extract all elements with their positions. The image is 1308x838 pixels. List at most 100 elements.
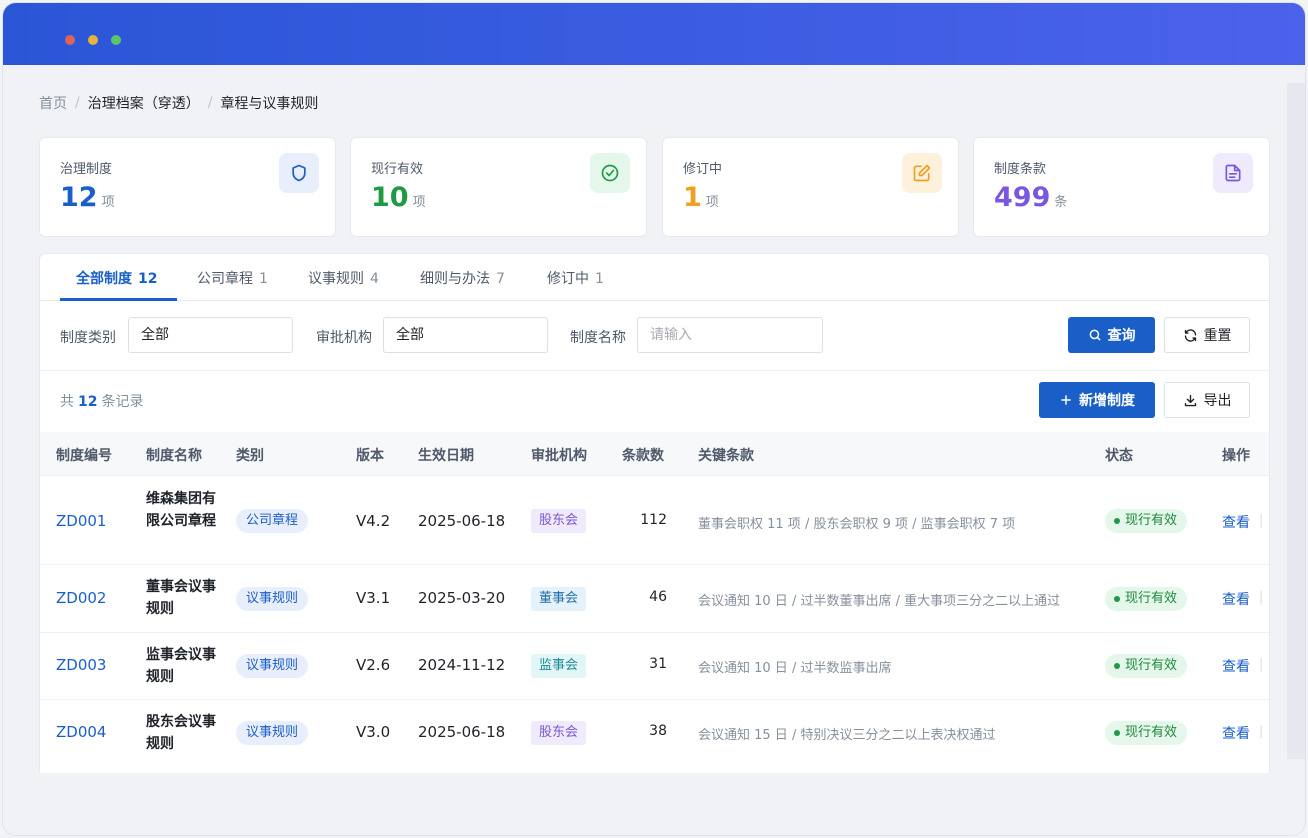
version: V2.6 — [356, 656, 391, 674]
system-code-link[interactable]: ZD004 — [56, 723, 106, 741]
category-tag: 议事规则 — [236, 654, 309, 678]
approval-org-tag: 董事会 — [531, 587, 587, 611]
view-link[interactable]: 查看 — [1222, 656, 1250, 676]
column-header[interactable]: 版本 — [356, 445, 384, 465]
category-tag: 议事规则 — [236, 587, 309, 611]
refresh-icon — [1184, 328, 1196, 342]
edit-icon — [902, 153, 942, 193]
key-clauses: 董事会职权 11 项 / 股东会职权 9 项 / 监事会职权 7 项 — [698, 517, 1016, 532]
stat-label: 制度条款 — [994, 162, 1047, 177]
key-clauses: 会议通知 10 日 / 过半数监事出席 — [698, 661, 892, 676]
action-separator: | — [1259, 513, 1264, 528]
table-row[interactable]: ZD002 董事会议事规则 议事规则 V3.1 2025-03-20 董事会 4… — [40, 565, 1269, 633]
main-content: 首页 / 治理档案（穿透） / 章程与议事规则 治理制度 12 项 现行有效 10… — [3, 65, 1305, 835]
title-bar — [3, 3, 1305, 65]
system-code-link[interactable]: ZD002 — [56, 589, 106, 607]
filter-type-label: 制度类别 — [60, 330, 116, 346]
effective-date: 2025-03-20 — [418, 589, 506, 607]
filter-org-label: 审批机构 — [316, 330, 372, 346]
column-header[interactable]: 类别 — [236, 445, 264, 465]
type-select[interactable]: 全部 — [128, 317, 293, 353]
system-name: 维森集团有限公司章程 — [146, 491, 216, 529]
status-badge: 现行有效 — [1105, 509, 1188, 533]
breadcrumb-separator: / — [75, 95, 80, 111]
minimize-window-dot[interactable] — [88, 35, 98, 45]
maximize-window-dot[interactable] — [111, 35, 121, 45]
column-header[interactable]: 状态 — [1105, 445, 1133, 465]
key-clauses: 会议通知 10 日 / 过半数董事出席 / 重大事项三分之二以上通过 — [698, 594, 1061, 609]
org-select[interactable]: 全部 — [383, 317, 548, 353]
shield-icon — [279, 153, 319, 193]
view-link[interactable]: 查看 — [1222, 512, 1250, 532]
column-header[interactable]: 关键条款 — [698, 445, 754, 465]
system-name-input[interactable]: 请输入 — [637, 317, 823, 353]
search-button[interactable]: 查询 — [1068, 317, 1155, 353]
effective-date: 2024-11-12 — [418, 656, 506, 674]
stat-value: 10 项 — [371, 182, 426, 213]
tab-bar: 全部制度 12 公司章程 1 议事规则 4 细则与办法 7 修订中 1 — [40, 254, 1269, 301]
column-header[interactable]: 操作 — [1222, 445, 1250, 465]
effective-date: 2025-06-18 — [418, 723, 506, 741]
version: V3.0 — [356, 723, 391, 741]
action-separator: | — [1259, 724, 1264, 739]
search-button-label: 查询 — [1107, 328, 1136, 344]
breadcrumb-governance-archive[interactable]: 治理档案（穿透） — [88, 93, 200, 113]
key-clauses: 会议通知 15 日 / 特别决议三分之二以上表决权通过 — [698, 728, 996, 743]
column-header[interactable]: 制度名称 — [146, 445, 202, 465]
breadcrumb-separator: / — [207, 95, 213, 111]
reset-button-label: 重置 — [1203, 328, 1232, 344]
clause-count: 31 — [649, 656, 667, 672]
system-name: 股东会议事规则 — [146, 714, 216, 752]
version: V3.1 — [356, 589, 391, 607]
stat-label: 修订中 — [683, 162, 723, 177]
system-list-panel: 全部制度 12 公司章程 1 议事规则 4 细则与办法 7 修订中 1 制度类别 全部 审… — [39, 253, 1270, 773]
stat-value: 499 条 — [994, 182, 1068, 213]
category-tag: 公司章程 — [236, 509, 309, 533]
divider — [40, 370, 1269, 371]
table-header: 制度编号 制度名称 类别 版本 生效日期 审批机构 条款数 关键条款 状态 操作 — [40, 432, 1269, 476]
approval-org-tag: 股东会 — [531, 721, 587, 745]
tab-procedural-rules[interactable]: 议事规则 4 — [308, 268, 379, 288]
stat-value: 12 项 — [60, 182, 115, 213]
add-system-button[interactable]: 新增制度 — [1039, 382, 1155, 418]
view-link[interactable]: 查看 — [1222, 589, 1250, 609]
action-separator: | — [1259, 657, 1264, 672]
stat-card-in-force: 现行有效 10 项 — [350, 137, 647, 237]
table-row[interactable]: ZD004 股东会议事规则 议事规则 V3.0 2025-06-18 股东会 3… — [40, 700, 1269, 773]
system-name: 监事会议事规则 — [146, 647, 216, 685]
tab-detailed-rules[interactable]: 细则与办法 7 — [420, 268, 505, 288]
table-row[interactable]: ZD001 维森集团有限公司章程 公司章程 V4.2 2025-06-18 股东… — [40, 477, 1269, 565]
add-system-button-label: 新增制度 — [1079, 393, 1135, 409]
tab-under-revision[interactable]: 修订中 1 — [547, 268, 604, 288]
stat-label: 治理制度 — [60, 162, 113, 177]
column-header[interactable]: 生效日期 — [418, 445, 474, 465]
tab-all-systems[interactable]: 全部制度 12 — [76, 268, 157, 288]
table-row[interactable]: ZD003 监事会议事规则 议事规则 V2.6 2024-11-12 监事会 3… — [40, 633, 1269, 700]
reset-button[interactable]: 重置 — [1164, 317, 1250, 353]
app-window: 首页 / 治理档案（穿透） / 章程与议事规则 治理制度 12 项 现行有效 10… — [2, 2, 1306, 836]
status-badge: 现行有效 — [1105, 654, 1188, 678]
breadcrumb-current: 章程与议事规则 — [220, 96, 319, 112]
document-icon — [1213, 153, 1253, 193]
stat-label: 现行有效 — [371, 162, 424, 177]
view-link[interactable]: 查看 — [1222, 723, 1250, 743]
version: V4.2 — [356, 512, 391, 530]
export-button-label: 导出 — [1203, 393, 1232, 409]
column-header[interactable]: 制度编号 — [56, 445, 112, 465]
close-window-dot[interactable] — [65, 35, 75, 45]
scrollbar-track[interactable] — [1287, 83, 1305, 759]
breadcrumb: 首页 / 治理档案（穿透） / 章程与议事规则 — [39, 93, 318, 113]
system-code-link[interactable]: ZD003 — [56, 656, 106, 674]
stat-card-under-revision: 修订中 1项 — [662, 137, 959, 237]
breadcrumb-home[interactable]: 首页 — [39, 93, 67, 113]
record-total: 共 12 条记录 — [60, 394, 144, 410]
export-button[interactable]: 导出 — [1164, 382, 1250, 418]
category-tag: 议事规则 — [236, 721, 309, 745]
clause-count: 46 — [649, 589, 667, 605]
column-header[interactable]: 审批机构 — [531, 445, 587, 465]
system-code-link[interactable]: ZD001 — [56, 512, 106, 530]
filter-name-label: 制度名称 — [570, 330, 626, 346]
clause-count: 38 — [649, 723, 667, 739]
column-header[interactable]: 条款数 — [622, 445, 664, 465]
tab-company-articles[interactable]: 公司章程 1 — [197, 268, 268, 288]
